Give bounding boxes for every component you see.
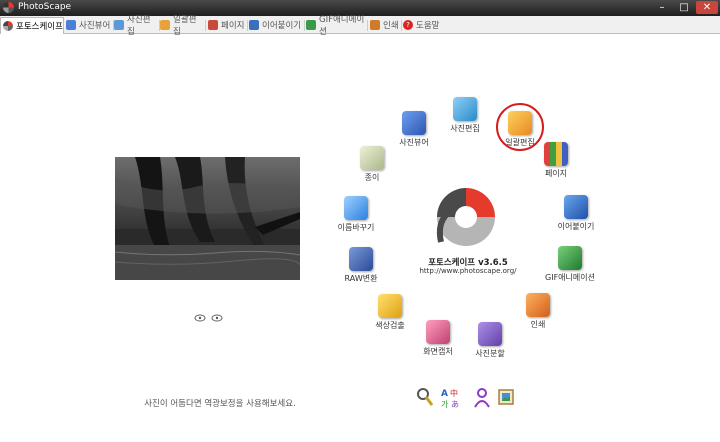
launcher-label: GIF애니메이션: [545, 273, 595, 282]
raw-converter-icon: [349, 247, 373, 271]
photo-frame-icon[interactable]: [497, 387, 515, 409]
help-icon: ?: [403, 20, 413, 30]
tab-help[interactable]: ? 도움말: [401, 18, 441, 32]
paper-print-icon: [360, 146, 384, 170]
launcher-combine[interactable]: 이어붙이기: [546, 195, 606, 232]
app-logo-icon: [3, 2, 14, 13]
photo-editor-icon: [453, 97, 477, 121]
svg-text:A: A: [441, 389, 448, 399]
tab-label: 사진뷰어: [79, 21, 111, 31]
tab-page[interactable]: 페이지: [206, 18, 248, 32]
launcher-color-picker[interactable]: 색상검출: [360, 294, 420, 331]
tools-icon[interactable]: [416, 387, 434, 409]
photoscape-logo-icon: [3, 21, 13, 31]
batch-editor-icon: [160, 20, 170, 30]
launcher-paper-print[interactable]: 종이: [342, 146, 402, 183]
launcher-page[interactable]: 페이지: [526, 142, 586, 179]
launcher-label: 사진분할: [475, 349, 505, 358]
maximize-button[interactable]: □: [674, 1, 694, 14]
tab-photoscape[interactable]: 포토스케이프: [0, 17, 64, 34]
svg-text:あ: あ: [451, 400, 459, 409]
tab-combine[interactable]: 이어붙이기: [247, 18, 305, 32]
launcher-raw-converter[interactable]: RAW변환: [331, 247, 391, 284]
launcher-photo-editor[interactable]: 사진편집: [435, 97, 495, 134]
tab-photo-editor[interactable]: 사진편집: [112, 15, 160, 37]
launcher-label: 이름바꾸기: [337, 223, 375, 232]
tab-label: 일괄편집: [173, 15, 197, 37]
tab-bar: 포토스케이프 사진뷰어 사진편집 일괄편집 페이지 이어붙이기 GIF애니메이션…: [0, 15, 720, 37]
combine-icon: [249, 20, 259, 30]
combine-icon: [564, 195, 588, 219]
launcher-label: RAW변환: [344, 274, 378, 283]
svg-text:가: 가: [441, 400, 449, 409]
launcher-label: 색상검출: [375, 321, 405, 330]
website-link[interactable]: http://www.photoscape.org/: [410, 267, 526, 275]
tab-label: 이어붙이기: [262, 21, 302, 31]
svg-text:中: 中: [450, 388, 458, 398]
tab-label: 도움말: [416, 21, 440, 31]
gif-animation-icon: [558, 246, 582, 270]
splitter-icon: [478, 322, 502, 346]
tab-gif-animation[interactable]: GIF애니메이션: [304, 15, 368, 37]
tab-label: 포토스케이프: [16, 22, 63, 32]
tab-batch-editor[interactable]: 일괄편집: [158, 15, 206, 37]
launcher-label: 페이지: [544, 169, 568, 178]
page-icon: [544, 142, 568, 166]
launcher-label: 이어붙이기: [557, 222, 595, 231]
photo-editor-icon: [114, 20, 124, 30]
close-button[interactable]: ✕: [696, 1, 718, 14]
tab-print[interactable]: 인쇄: [368, 18, 402, 32]
minimize-button[interactable]: –: [652, 1, 672, 14]
photo-nav-icon[interactable]: [192, 313, 226, 323]
tab-label: GIF애니메이션: [319, 15, 365, 37]
gif-animation-icon: [306, 20, 316, 30]
tab-label: 페이지: [221, 21, 245, 31]
launcher-splitter[interactable]: 사진분할: [460, 322, 520, 359]
photo-viewer-icon: [402, 111, 426, 135]
print-icon: [370, 20, 380, 30]
user-icon[interactable]: [473, 387, 491, 409]
launcher-label: 화면캡처: [423, 347, 453, 356]
color-picker-icon: [378, 294, 402, 318]
photo-viewer-icon: [66, 20, 76, 30]
tip-text: 사진이 어둡다면 역광보정을 사용해보세요.: [144, 399, 296, 409]
launcher-rename[interactable]: 이름바꾸기: [326, 196, 386, 233]
launcher-gif-animation[interactable]: GIF애니메이션: [540, 246, 600, 283]
sample-photo: [115, 157, 300, 280]
launcher-label: 사진편집: [450, 124, 480, 133]
language-icon[interactable]: A 中 가 あ: [441, 387, 461, 409]
window-title: PhotoScape: [18, 2, 72, 12]
tab-label: 인쇄: [383, 21, 399, 31]
tab-label: 사진편집: [127, 15, 151, 37]
screen-capture-icon: [426, 320, 450, 344]
print-icon: [526, 293, 550, 317]
highlight-circle: [496, 103, 544, 151]
rename-icon: [344, 196, 368, 220]
launcher-label: 종이: [364, 173, 380, 182]
tab-photo-viewer[interactable]: 사진뷰어: [64, 18, 114, 32]
page-icon: [208, 20, 218, 30]
photoscape-logo-icon: [436, 188, 495, 246]
